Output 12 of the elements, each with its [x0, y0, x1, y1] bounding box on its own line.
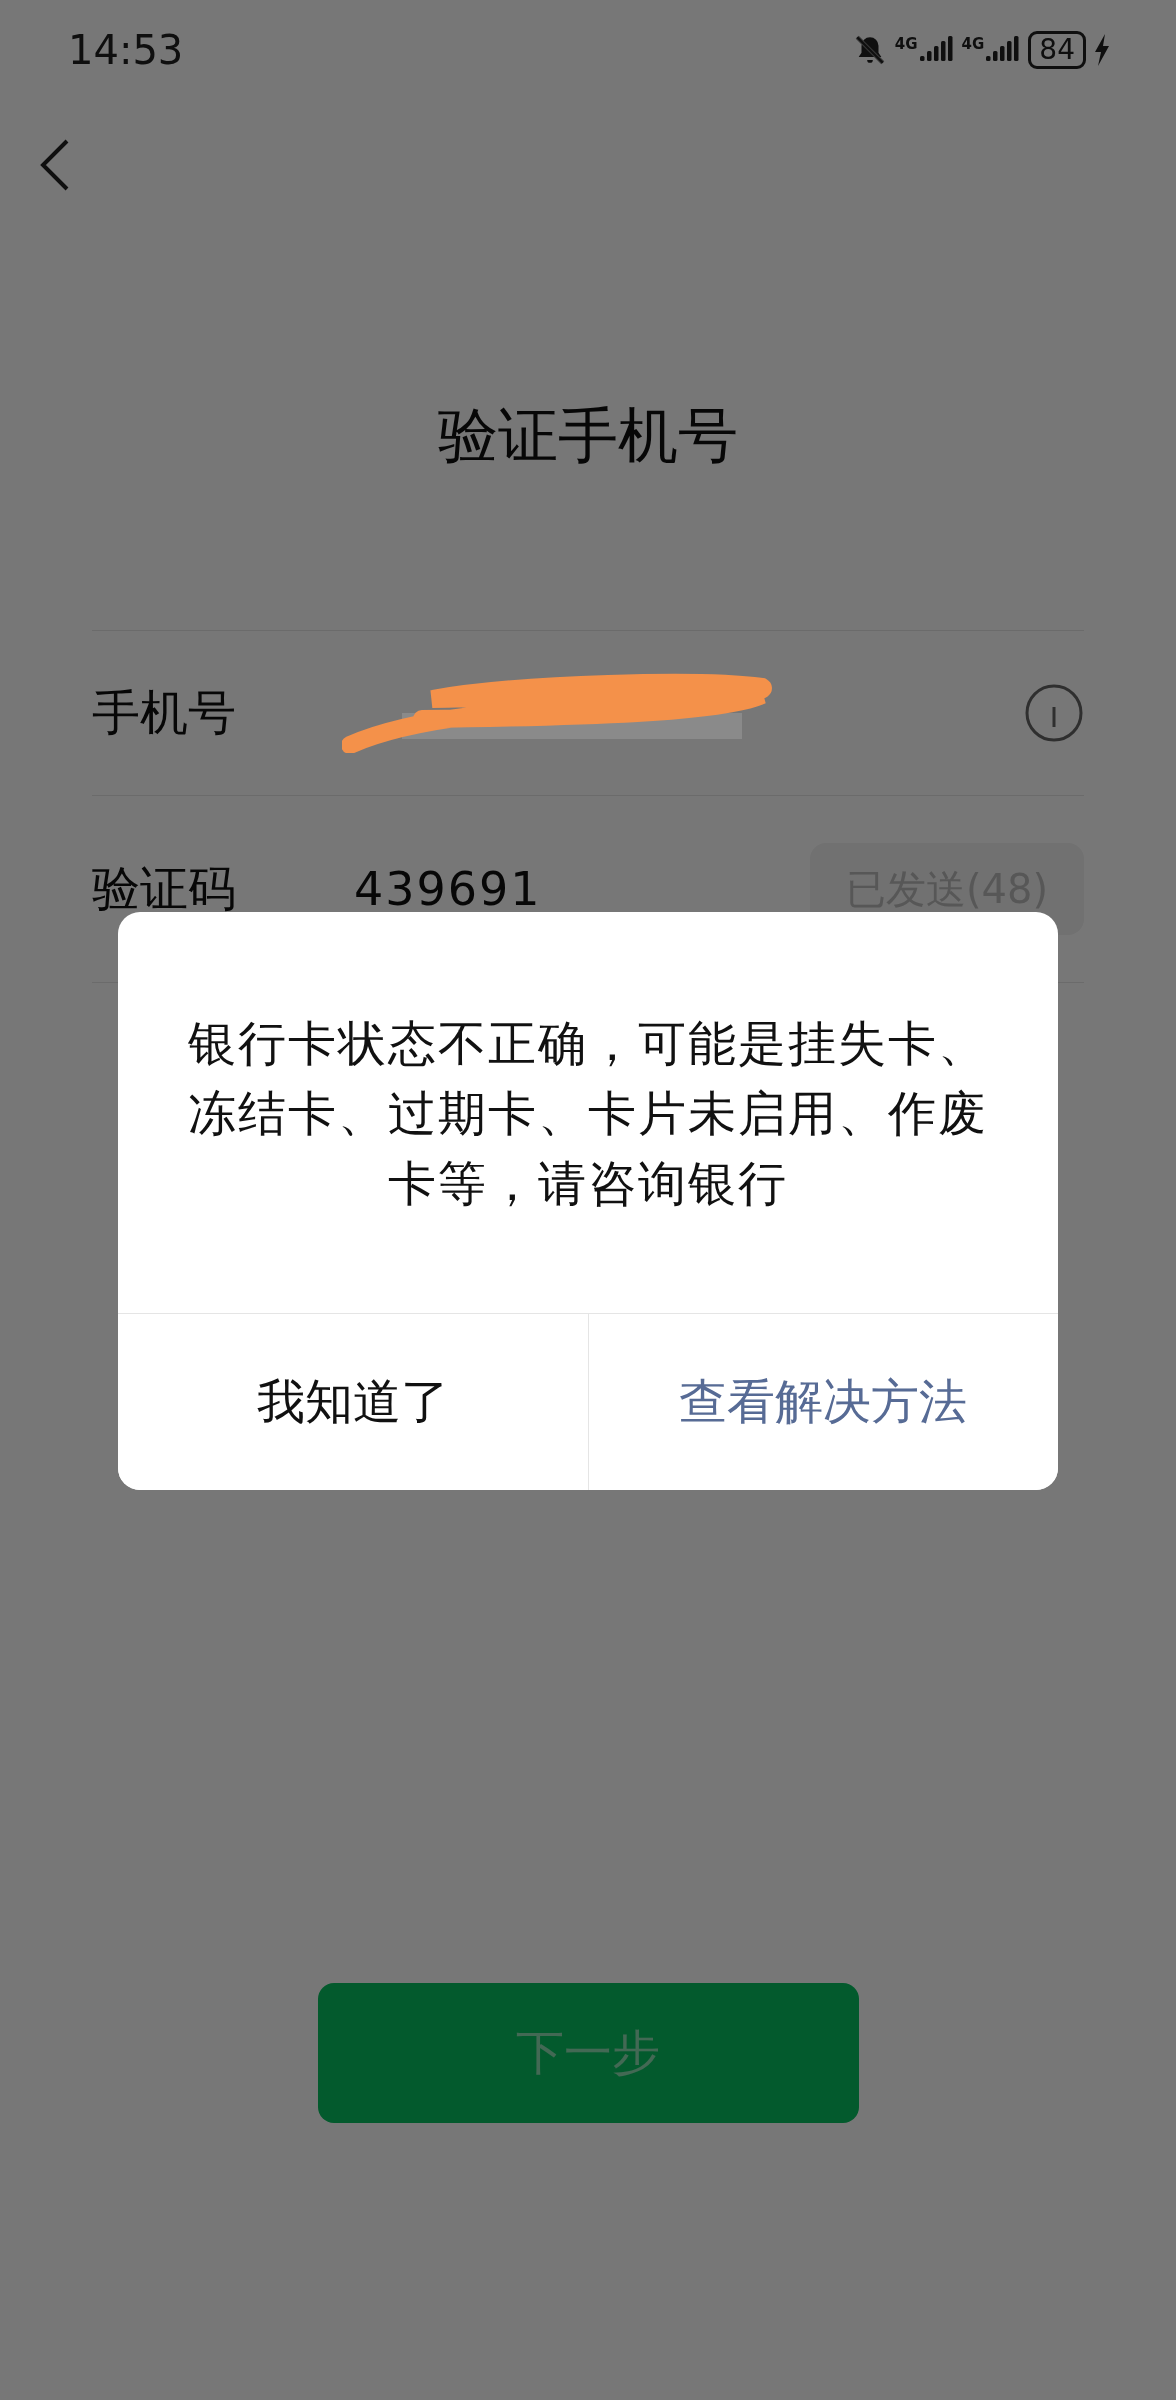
- field-label: 手机号: [92, 683, 237, 742]
- dialog-button[interactable]: 查看解决方法: [587, 1314, 1058, 1490]
- network-type: 4G: [894, 35, 918, 53]
- code-input[interactable]: 439691: [354, 862, 542, 916]
- dialog-message: 银行卡状态不正确，可能是挂失卡、冻结卡、过期卡、卡片未启用、作废卡等，请咨询银行: [187, 1014, 989, 1213]
- page-title: 验证手机号: [437, 399, 739, 472]
- network-type: 4G: [961, 35, 985, 53]
- status-time: 14:53: [68, 27, 184, 73]
- back-icon[interactable]: [40, 139, 70, 191]
- field-label: 验证码: [92, 859, 237, 918]
- battery-indicator: 84: [1028, 31, 1086, 69]
- info-icon[interactable]: [1024, 683, 1084, 743]
